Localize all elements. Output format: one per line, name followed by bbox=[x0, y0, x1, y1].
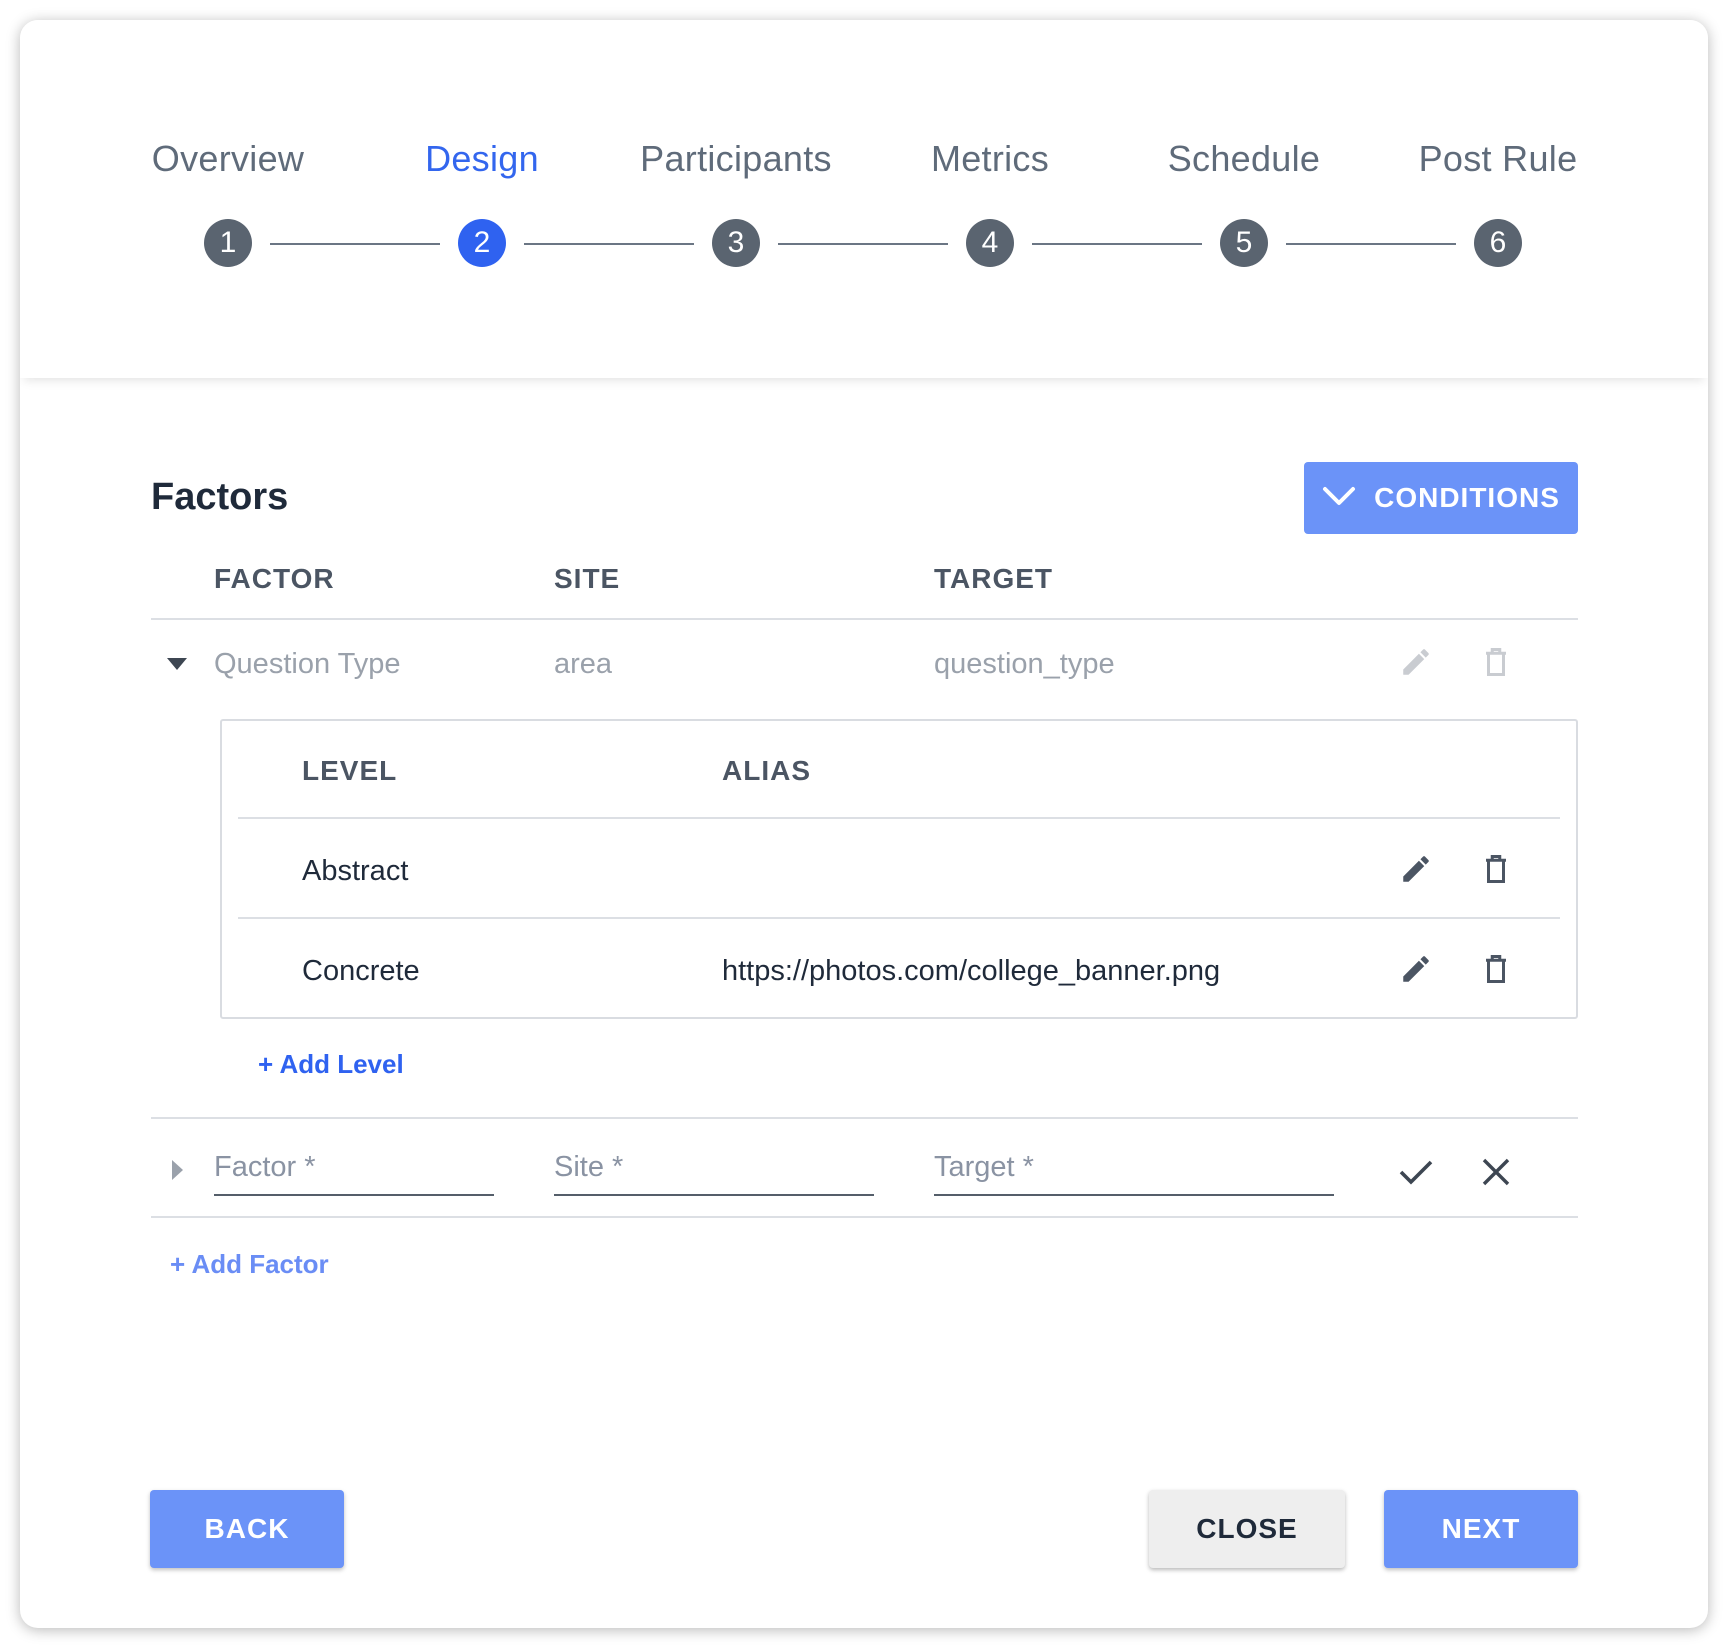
step-label: Metrics bbox=[930, 138, 1050, 179]
check-icon[interactable] bbox=[1394, 1150, 1438, 1194]
factor-target: question_type bbox=[934, 648, 1115, 680]
column-header-factor: FACTOR bbox=[214, 563, 335, 594]
step-number: 3 bbox=[712, 219, 760, 267]
step-label: Schedule bbox=[1167, 138, 1321, 179]
step-participants[interactable]: Participants 3 bbox=[606, 20, 866, 280]
divider bbox=[238, 917, 1560, 919]
add-factor-link[interactable]: + Add Factor bbox=[170, 1249, 329, 1280]
edit-pencil-icon[interactable] bbox=[1396, 849, 1436, 889]
conditions-button[interactable]: CONDITIONS bbox=[1304, 462, 1578, 534]
divider bbox=[151, 1117, 1578, 1119]
column-header-level: LEVEL bbox=[302, 755, 398, 786]
step-label: Post Rule bbox=[1418, 138, 1578, 179]
step-post-rule[interactable]: Post Rule 6 bbox=[1368, 20, 1628, 280]
step-number: 5 bbox=[1220, 219, 1268, 267]
close-button[interactable]: CLOSE bbox=[1149, 1490, 1345, 1568]
site-input[interactable] bbox=[554, 1140, 874, 1194]
close-icon[interactable] bbox=[1474, 1150, 1518, 1194]
next-button[interactable]: NEXT bbox=[1384, 1490, 1578, 1568]
divider bbox=[151, 1216, 1578, 1218]
caret-right-icon[interactable] bbox=[163, 1156, 191, 1184]
site-field[interactable] bbox=[554, 1140, 874, 1196]
trash-icon[interactable] bbox=[1476, 849, 1516, 889]
step-label: Design bbox=[425, 138, 539, 179]
experiment-dialog: Overview 1 Design 2 Participants 3 Metri… bbox=[20, 20, 1708, 1628]
step-number: 4 bbox=[966, 219, 1014, 267]
stepper: Overview 1 Design 2 Participants 3 Metri… bbox=[20, 20, 1708, 378]
factor-site: area bbox=[554, 648, 613, 680]
factor-field[interactable] bbox=[214, 1140, 494, 1196]
step-metrics[interactable]: Metrics 4 bbox=[860, 20, 1120, 280]
step-schedule[interactable]: Schedule 5 bbox=[1114, 20, 1374, 280]
step-label: Participants bbox=[640, 138, 832, 179]
page-title: Factors bbox=[151, 476, 289, 518]
trash-icon[interactable] bbox=[1476, 949, 1516, 989]
column-header-alias: ALIAS bbox=[722, 755, 811, 786]
factor-name: Question Type bbox=[214, 648, 401, 680]
trash-icon[interactable] bbox=[1476, 642, 1516, 682]
target-field[interactable] bbox=[934, 1140, 1334, 1196]
back-button[interactable]: BACK bbox=[150, 1490, 344, 1568]
step-design[interactable]: Design 2 bbox=[352, 20, 612, 280]
edit-pencil-icon[interactable] bbox=[1396, 949, 1436, 989]
conditions-label: CONDITIONS bbox=[1374, 482, 1560, 513]
caret-down-icon[interactable] bbox=[163, 650, 191, 678]
add-level-link[interactable]: + Add Level bbox=[258, 1049, 404, 1080]
step-number: 6 bbox=[1474, 219, 1522, 267]
step-number: 2 bbox=[458, 219, 506, 267]
step-number: 1 bbox=[204, 219, 252, 267]
levels-table: LEVEL ALIAS Abstract Concrete https://ph… bbox=[220, 719, 1578, 1019]
level-alias: https://photos.com/college_banner.png bbox=[722, 955, 1221, 987]
target-input[interactable] bbox=[934, 1140, 1334, 1194]
step-label: Overview bbox=[151, 138, 305, 179]
divider bbox=[151, 618, 1578, 620]
column-header-target: TARGET bbox=[934, 563, 1054, 594]
divider bbox=[238, 817, 1560, 819]
factor-input[interactable] bbox=[214, 1140, 494, 1194]
level-name: Concrete bbox=[302, 955, 420, 987]
edit-pencil-icon[interactable] bbox=[1396, 642, 1436, 682]
step-overview[interactable]: Overview 1 bbox=[98, 20, 358, 280]
column-header-site: SITE bbox=[554, 563, 621, 594]
chevron-down-icon bbox=[1322, 482, 1356, 514]
design-content: Factors CONDITIONS FACTOR SITE TARGET Qu… bbox=[20, 378, 1708, 1628]
level-name: Abstract bbox=[302, 855, 409, 887]
